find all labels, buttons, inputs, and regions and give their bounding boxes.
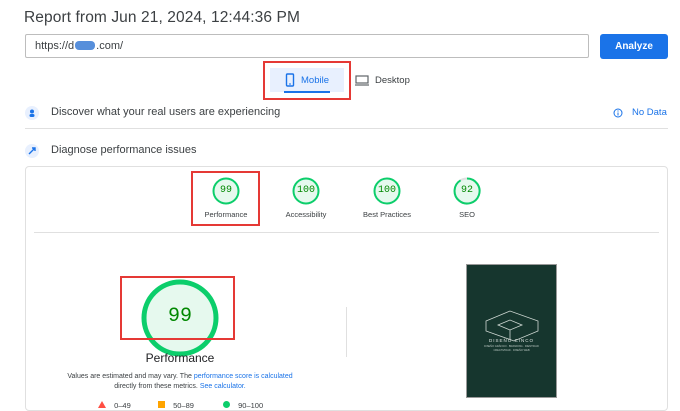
label-best-practices: Best Practices — [363, 210, 411, 219]
tab-desktop-label: Desktop — [375, 75, 410, 86]
report-title: Report from Jun 21, 2024, 12:44:36 PM — [24, 9, 300, 26]
users-icon — [25, 106, 39, 120]
url-suffix: .com/ — [96, 40, 124, 52]
performance-score-link[interactable]: performance score is calculated — [194, 373, 293, 380]
score-best-practices: 100 — [377, 185, 396, 196]
no-data-status: No Data — [632, 107, 667, 118]
gauge-best-practices[interactable]: 100 — [373, 177, 401, 205]
analyze-button[interactable]: Analyze — [600, 34, 668, 59]
brand-subtitle-2: CREATIVIDAD · DISEÑO WEB — [493, 349, 530, 352]
vertical-divider — [346, 307, 347, 357]
redacted-mask — [75, 41, 96, 50]
page-screenshot-thumbnail: DISEÑO CINCO DISEÑO GRÁFICO · BRANDING ·… — [466, 264, 557, 398]
diagnostics-panel: 99 Performance 100 Accessibility 100 Bes… — [25, 166, 668, 411]
brand-subtitle-1: DISEÑO GRÁFICO · BRANDING · IDENTIDAD — [484, 345, 539, 348]
diagnose-icon — [25, 144, 39, 158]
note-text-1: Values are estimated and may vary. The — [67, 373, 194, 380]
score-note: Values are estimated and may vary. The p… — [44, 372, 316, 392]
diagnose-text: Diagnose performance issues — [51, 144, 197, 156]
highlight-box-main-score — [120, 276, 235, 340]
label-accessibility: Accessibility — [285, 210, 327, 219]
divider — [25, 128, 668, 129]
real-users-text: Discover what your real users are experi… — [51, 106, 281, 118]
orange-square-icon — [158, 401, 165, 408]
green-circle-icon — [223, 401, 230, 408]
url-input[interactable]: https://d .com/ — [25, 34, 589, 58]
note-text-2: directly from these metrics. — [114, 383, 200, 390]
gauge-accessibility[interactable]: 100 — [292, 177, 320, 205]
desktop-icon — [355, 75, 369, 86]
see-calculator-link[interactable]: See calculator. — [200, 383, 246, 390]
main-gauge-label: Performance — [145, 351, 215, 365]
label-seo: SEO — [459, 210, 475, 219]
info-icon — [613, 108, 623, 118]
panel-divider — [34, 232, 659, 233]
highlight-box-mobile — [263, 61, 351, 100]
score-seo: 92 — [460, 185, 473, 196]
gauge-seo[interactable]: 92 — [453, 177, 481, 205]
red-triangle-icon — [98, 401, 106, 408]
highlight-box-performance — [191, 171, 260, 226]
brand-name: DISEÑO CINCO — [488, 338, 534, 343]
score-accessibility: 100 — [296, 185, 315, 196]
url-prefix: https://d — [35, 40, 75, 52]
